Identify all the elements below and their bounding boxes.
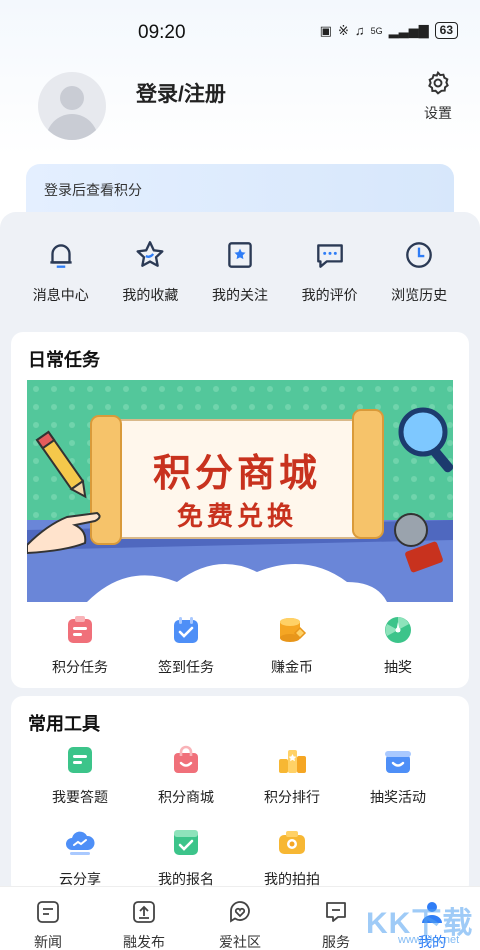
quick-item-follows[interactable]: 我的关注	[200, 238, 280, 305]
settings-button[interactable]: 设置	[418, 70, 458, 123]
tool-my-signup[interactable]: 我的报名	[133, 826, 239, 889]
task-label: 积分任务	[52, 659, 108, 675]
daily-task-grid: 积分任务 签到任务 赚金币 抽奖	[27, 614, 451, 677]
task-points[interactable]: 积分任务	[27, 614, 133, 677]
chat-bubble-icon	[316, 244, 343, 268]
tool-label: 积分排行	[264, 789, 320, 805]
gear-icon	[428, 70, 449, 95]
task-lottery[interactable]: 抽奖	[345, 614, 451, 677]
quick-item-label: 我的关注	[211, 287, 268, 303]
news-icon	[37, 901, 59, 923]
nav-service[interactable]: 服务	[296, 887, 376, 950]
coin-stack-icon	[280, 618, 307, 642]
quick-item-label: 消息中心	[32, 287, 89, 303]
quick-item-label: 我的收藏	[122, 287, 179, 303]
quick-item-favorites[interactable]: 我的收藏	[110, 238, 190, 305]
cloud-share-icon	[66, 831, 95, 855]
task-label: 签到任务	[158, 659, 214, 675]
ranking-podium-icon	[279, 750, 306, 773]
status-time: 09:20	[138, 22, 186, 43]
tool-ranking[interactable]: 积分排行	[239, 744, 345, 807]
quick-item-reviews[interactable]: 我的评价	[290, 238, 370, 305]
quick-actions: 消息中心 我的收藏 我的关注 我的评价 浏览历史	[0, 238, 480, 305]
login-register-link[interactable]: 登录/注册	[136, 78, 226, 108]
status-bar: 09:20 ▣ ※ ♫ 5G ▂▃▅▇ 63	[0, 0, 480, 64]
answer-doc-icon	[68, 747, 92, 773]
signal-icon: ▂▃▅▇	[388, 22, 429, 38]
status-icons: ▣ ※ ♫ 5G ▂▃▅▇ 63	[320, 22, 458, 39]
common-tools-title: 常用工具	[28, 714, 100, 734]
task-checkin[interactable]: 签到任务	[133, 614, 239, 677]
nav-label: 新闻	[34, 934, 62, 950]
tools-row-2: 云分享 我的报名 我的拍拍	[27, 826, 345, 889]
shopping-bag-icon	[174, 745, 198, 773]
points-card-text: 登录后查看积分	[44, 182, 142, 198]
tool-points-mall[interactable]: 积分商城	[133, 744, 239, 807]
bell-icon	[50, 244, 72, 268]
tool-label: 积分商城	[158, 789, 214, 805]
nav-label: 服务	[322, 934, 350, 950]
nav-label: 融发布	[123, 934, 165, 950]
quick-item-label: 浏览历史	[391, 287, 448, 303]
prize-wheel-icon	[385, 617, 411, 643]
nav-publish[interactable]: 融发布	[104, 887, 184, 950]
tools-row-1: 我要答题 积分商城 积分排行 抽奖活动	[27, 744, 451, 807]
tool-cloud-share[interactable]: 云分享	[27, 826, 133, 889]
avatar-body	[46, 114, 98, 140]
nav-label: 爱社区	[219, 934, 261, 950]
quick-item-messages[interactable]: 消息中心	[21, 238, 101, 305]
community-heart-icon	[230, 901, 250, 923]
tool-answer[interactable]: 我要答题	[27, 744, 133, 807]
avatar[interactable]	[38, 72, 106, 140]
publish-icon	[133, 901, 155, 923]
task-earn-coins[interactable]: 赚金币	[239, 614, 345, 677]
banner-line2: 免费兑换	[176, 501, 297, 531]
signup-check-icon	[174, 830, 198, 855]
tool-label: 抽奖活动	[370, 789, 426, 805]
watermark-url: www.kkx.net	[398, 934, 460, 946]
tool-my-photos[interactable]: 我的拍拍	[239, 826, 345, 889]
task-label: 赚金币	[271, 659, 313, 675]
points-mall-banner[interactable]: 积分商城 免费兑换	[27, 380, 453, 602]
settings-label: 设置	[424, 105, 452, 121]
network-label: 5G	[370, 25, 383, 36]
battery-indicator: 63	[434, 22, 458, 39]
nav-news[interactable]: 新闻	[8, 887, 88, 950]
nav-community[interactable]: 爱社区	[200, 887, 280, 950]
quick-item-history[interactable]: 浏览历史	[379, 238, 459, 305]
calendar-check-icon	[174, 617, 198, 643]
gift-box-icon	[385, 751, 411, 773]
task-label: 抽奖	[384, 659, 412, 675]
banner-line1: 积分商城	[152, 450, 321, 495]
daily-tasks-title: 日常任务	[28, 350, 100, 370]
clock-icon	[406, 242, 433, 268]
task-clipboard-icon	[68, 616, 92, 643]
bookmark-star-icon	[228, 242, 252, 268]
nfc-icon: ▣	[319, 22, 332, 38]
bluetooth-icon: ※	[337, 22, 349, 38]
mute-bell-icon: ♫	[354, 23, 365, 38]
tool-lottery-activity[interactable]: 抽奖活动	[345, 744, 451, 807]
camera-icon	[279, 831, 305, 854]
service-icon	[326, 902, 346, 922]
tool-label: 我要答题	[52, 789, 108, 805]
star-icon	[136, 241, 164, 267]
quick-item-label: 我的评价	[301, 287, 358, 303]
avatar-head	[60, 86, 84, 110]
